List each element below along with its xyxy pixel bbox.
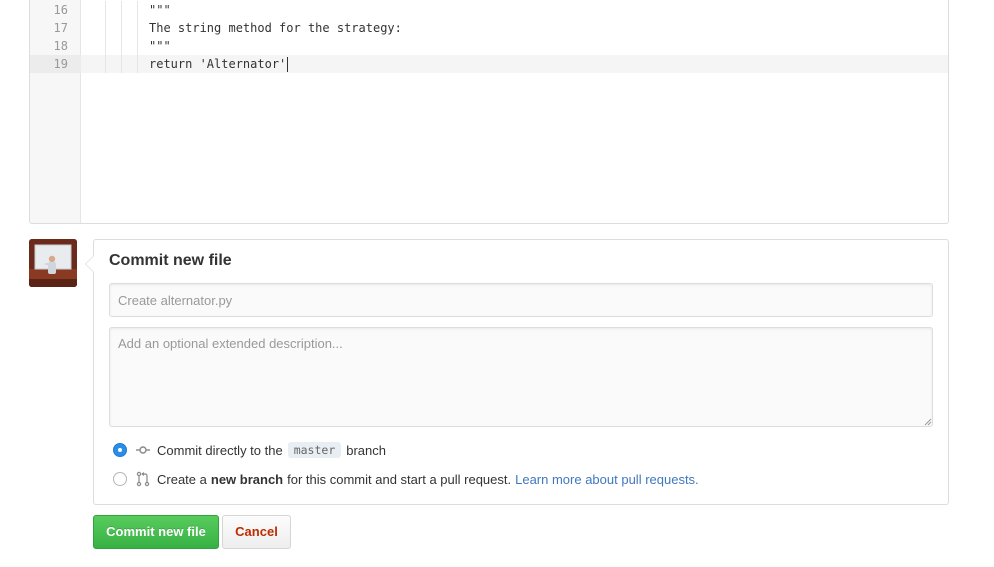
code-text: return 'Alternator' — [149, 57, 287, 71]
branch-name-badge: master — [287, 442, 342, 458]
line-number: 17 — [53, 21, 68, 35]
git-commit-icon — [136, 446, 150, 454]
commit-direct-radio[interactable] — [113, 443, 127, 457]
code-editor[interactable]: 16 """ 17 The string method for the stra… — [29, 0, 949, 224]
commit-direct-suffix: branch — [346, 442, 386, 458]
line-number: 16 — [53, 3, 68, 17]
code-line[interactable]: 17 The string method for the strategy: — [30, 19, 948, 37]
commit-summary-input[interactable] — [109, 283, 933, 317]
commit-new-file-button[interactable]: Commit new file — [93, 515, 219, 549]
new-branch-bold: new branch — [210, 471, 284, 487]
new-branch-prefix: Create a — [157, 471, 207, 487]
code-text: """ — [149, 39, 171, 53]
git-pull-request-icon — [136, 471, 150, 487]
code-line[interactable]: 16 """ — [30, 1, 948, 19]
new-branch-option[interactable]: Create a new branch for this commit and st… — [113, 468, 699, 490]
commit-form: Commit new file Commit directly to the m… — [85, 239, 949, 505]
commit-direct-label: Commit directly to the — [157, 442, 283, 458]
new-branch-suffix: for this commit and start a pull request… — [287, 471, 512, 487]
resize-handle-icon[interactable] — [924, 418, 932, 426]
line-number: 18 — [53, 39, 68, 53]
cancel-button[interactable]: Cancel — [222, 515, 291, 549]
code-text: The string method for the strategy: — [149, 21, 402, 35]
new-branch-radio[interactable] — [113, 472, 127, 486]
code-line[interactable]: 18 """ — [30, 37, 948, 55]
commit-direct-option[interactable]: Commit directly to the master branch — [113, 439, 386, 461]
commit-form-title: Commit new file — [109, 252, 232, 269]
commit-description-input[interactable] — [109, 327, 933, 427]
code-line-active[interactable]: 19 return 'Alternator' — [30, 55, 948, 73]
text-cursor — [287, 57, 288, 72]
code-text: """ — [149, 3, 171, 17]
learn-more-pull-requests-link[interactable]: Learn more about pull requests. — [515, 472, 699, 487]
line-number: 19 — [30, 55, 81, 73]
avatar — [29, 239, 77, 287]
